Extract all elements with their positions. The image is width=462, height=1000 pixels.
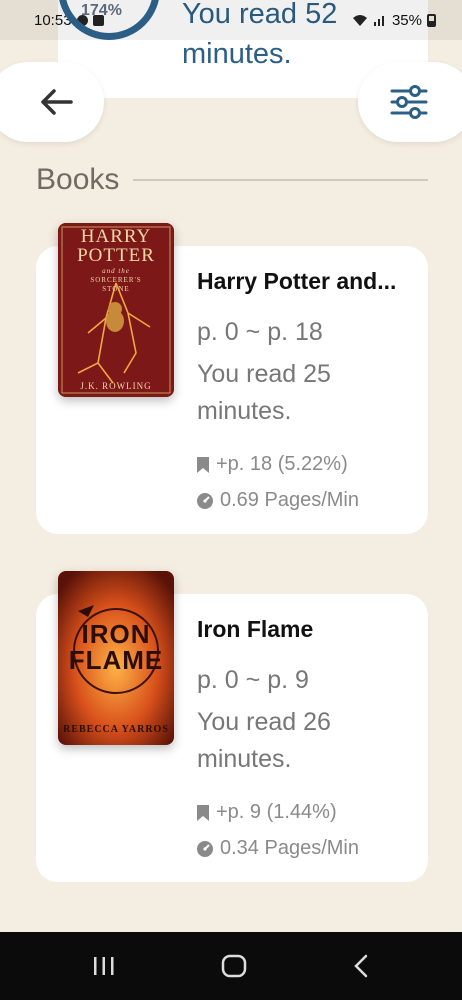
progress-percent: 174% — [81, 2, 122, 19]
recent-apps-icon[interactable] — [91, 955, 117, 977]
book-title: Harry Potter and... — [197, 268, 397, 294]
cover-subtitle: SORCERER'S STONE — [90, 276, 142, 293]
cover-author: J.K. ROWLING — [80, 381, 152, 391]
book-page-range: p. 0 ~ p. 18 — [197, 318, 323, 346]
pages-added: +p. 9 (1.44%) — [216, 801, 337, 823]
speedometer-icon — [197, 840, 213, 857]
section-title: Books — [36, 163, 120, 196]
reading-speed: 0.69 Pages/Min — [220, 489, 359, 511]
back-arrow-icon — [41, 89, 73, 115]
back-button[interactable] — [0, 62, 104, 142]
pages-added-row: +p. 18 (5.22%) — [196, 453, 348, 476]
cover-subtitle-top: and the — [102, 267, 130, 275]
battery-percent: 35% — [391, 11, 422, 29]
filter-button[interactable] — [358, 62, 462, 142]
cover-author: REBECCA YARROS — [63, 724, 169, 735]
home-icon[interactable] — [220, 953, 248, 979]
bookmark-icon — [197, 456, 209, 473]
system-nav-bar — [0, 932, 462, 1000]
book-cover-iron-flame[interactable]: IRON FLAME REBECCA YARROS — [58, 571, 174, 745]
book-minutes: You read 26 minutes. — [197, 708, 331, 773]
signal-icon — [373, 16, 384, 26]
cover-title-line2: POTTER — [77, 245, 155, 266]
system-back-icon[interactable] — [351, 953, 371, 979]
book-page-range: p. 0 ~ p. 9 — [197, 666, 309, 694]
reading-speed-row: 0.34 Pages/Min — [196, 837, 359, 860]
reading-speed-row: 0.69 Pages/Min — [196, 489, 359, 512]
cover-title-line2: FLAME — [68, 645, 164, 675]
pages-added-row: +p. 9 (1.44%) — [196, 801, 337, 824]
wifi-icon — [352, 15, 367, 26]
section-divider — [133, 179, 428, 181]
battery-icon — [427, 13, 436, 27]
sliders-icon — [390, 85, 428, 119]
pages-added: +p. 18 (5.22%) — [216, 453, 348, 475]
cover-title-line1: HARRY — [80, 226, 152, 247]
reading-speed: 0.34 Pages/Min — [220, 837, 359, 859]
status-right: 35% — [352, 12, 436, 29]
book-minutes: You read 25 minutes. — [197, 360, 331, 425]
cover-title-line1: IRON — [81, 619, 151, 649]
bookmark-icon — [197, 804, 209, 821]
section-header: Books — [36, 160, 428, 200]
speedometer-icon — [197, 492, 213, 509]
book-cover-harry-potter[interactable]: HARRY POTTER and the SORCERER'S STONE J.… — [58, 223, 174, 397]
book-title: Iron Flame — [197, 616, 314, 642]
